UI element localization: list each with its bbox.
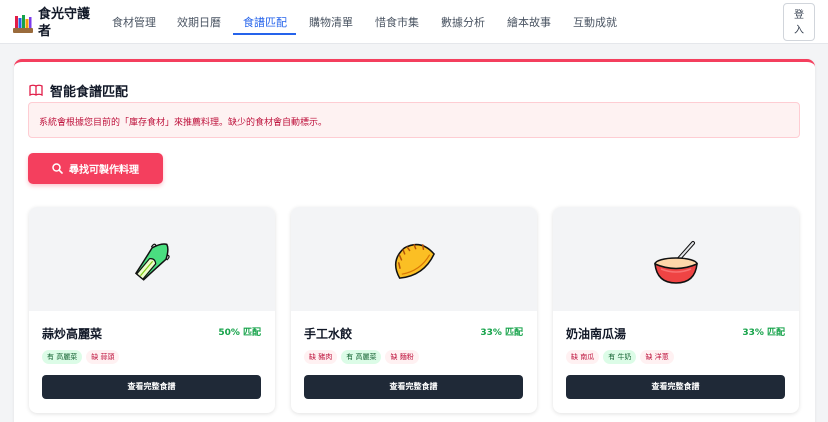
active-tab-indicator bbox=[233, 33, 296, 35]
recipe-image bbox=[553, 207, 799, 311]
nav-item-calendar[interactable]: 效期日曆 bbox=[177, 14, 221, 30]
recipe-card: 奶油南瓜湯 33% 匹配 缺 南瓜 有 牛奶 缺 洋蔥 查看完整食譜 bbox=[553, 207, 799, 413]
recipe-match-panel: 智能食譜匹配 系統會根據您目前的「庫存食材」來推薦料理。缺少的食材會自動標示。 … bbox=[14, 59, 815, 422]
panel-title: 智能食譜匹配 bbox=[50, 84, 129, 100]
ingredient-tag-have: 有 高麗菜 bbox=[42, 350, 83, 364]
view-recipe-button[interactable]: 查看完整食譜 bbox=[566, 375, 785, 399]
dumpling-icon bbox=[394, 243, 435, 279]
ingredient-tag-missing: 缺 南瓜 bbox=[566, 350, 600, 364]
ingredient-tag-missing: 缺 蒜頭 bbox=[86, 350, 120, 364]
find-recipes-label: 尋找可製作料理 bbox=[69, 165, 139, 176]
ingredient-tag-missing: 缺 洋蔥 bbox=[640, 350, 674, 364]
recipe-name: 蒜炒高麗菜 bbox=[42, 327, 103, 341]
match-percentage: 50% 匹配 bbox=[218, 328, 261, 338]
info-notice: 系統會根據您目前的「庫存食材」來推薦料理。缺少的食材會自動標示。 bbox=[28, 102, 800, 138]
ingredient-tags: 有 高麗菜 缺 蒜頭 bbox=[42, 350, 120, 364]
ingredient-tag-have: 有 牛奶 bbox=[603, 350, 637, 364]
app-logo[interactable]: 食光守護者 bbox=[12, 6, 98, 40]
nav-item-analytics[interactable]: 數據分析 bbox=[441, 14, 485, 30]
recipe-card: 手工水餃 33% 匹配 缺 豬肉 有 高麗菜 缺 麵粉 查看完整食譜 bbox=[291, 207, 537, 413]
nav-item-market[interactable]: 惜食市集 bbox=[375, 14, 419, 30]
nav-item-ingredients[interactable]: 食材管理 bbox=[112, 14, 156, 30]
find-recipes-button[interactable]: 尋找可製作料理 bbox=[28, 153, 163, 184]
login-label: 登入 bbox=[794, 10, 804, 36]
bok-choy-icon bbox=[134, 243, 170, 281]
nav-item-stories[interactable]: 繪本故事 bbox=[507, 14, 551, 30]
view-recipe-button[interactable]: 查看完整食譜 bbox=[304, 375, 523, 399]
recipe-name: 手工水餃 bbox=[304, 327, 353, 341]
recipe-image bbox=[29, 207, 275, 311]
top-navbar: 食光守護者 食材管理 效期日曆 食譜匹配 購物清單 惜食市集 數據分析 繪本故事… bbox=[0, 0, 828, 44]
login-button[interactable]: 登入 bbox=[783, 3, 815, 41]
ingredient-tags: 缺 豬肉 有 高麗菜 缺 麵粉 bbox=[304, 350, 419, 364]
match-percentage: 33% 匹配 bbox=[480, 328, 523, 338]
ingredient-tags: 缺 南瓜 有 牛奶 缺 洋蔥 bbox=[566, 350, 674, 364]
recipe-name: 奶油南瓜湯 bbox=[566, 327, 627, 341]
nav-item-achievements[interactable]: 互動成就 bbox=[573, 14, 617, 30]
soup-bowl-icon bbox=[654, 241, 698, 284]
recipe-card: 蒜炒高麗菜 50% 匹配 有 高麗菜 缺 蒜頭 查看完整食譜 bbox=[29, 207, 275, 413]
ingredient-tag-missing: 缺 豬肉 bbox=[304, 350, 338, 364]
bookshelf-logo-icon bbox=[13, 15, 33, 33]
match-percentage: 33% 匹配 bbox=[742, 328, 785, 338]
book-icon bbox=[29, 84, 43, 96]
panel-header: 智能食譜匹配 bbox=[29, 80, 128, 100]
view-recipe-button[interactable]: 查看完整食譜 bbox=[42, 375, 261, 399]
ingredient-tag-missing: 缺 麵粉 bbox=[385, 350, 419, 364]
info-text: 系統會根據您目前的「庫存食材」來推薦料理。缺少的食材會自動標示。 bbox=[39, 118, 328, 128]
ingredient-tag-have: 有 高麗菜 bbox=[341, 350, 382, 364]
nav-item-recipes[interactable]: 食譜匹配 bbox=[243, 14, 287, 30]
app-title: 食光守護者 bbox=[38, 7, 91, 39]
nav-item-shopping-list[interactable]: 購物清單 bbox=[309, 14, 353, 30]
recipe-image bbox=[291, 207, 537, 311]
search-icon bbox=[52, 163, 63, 174]
